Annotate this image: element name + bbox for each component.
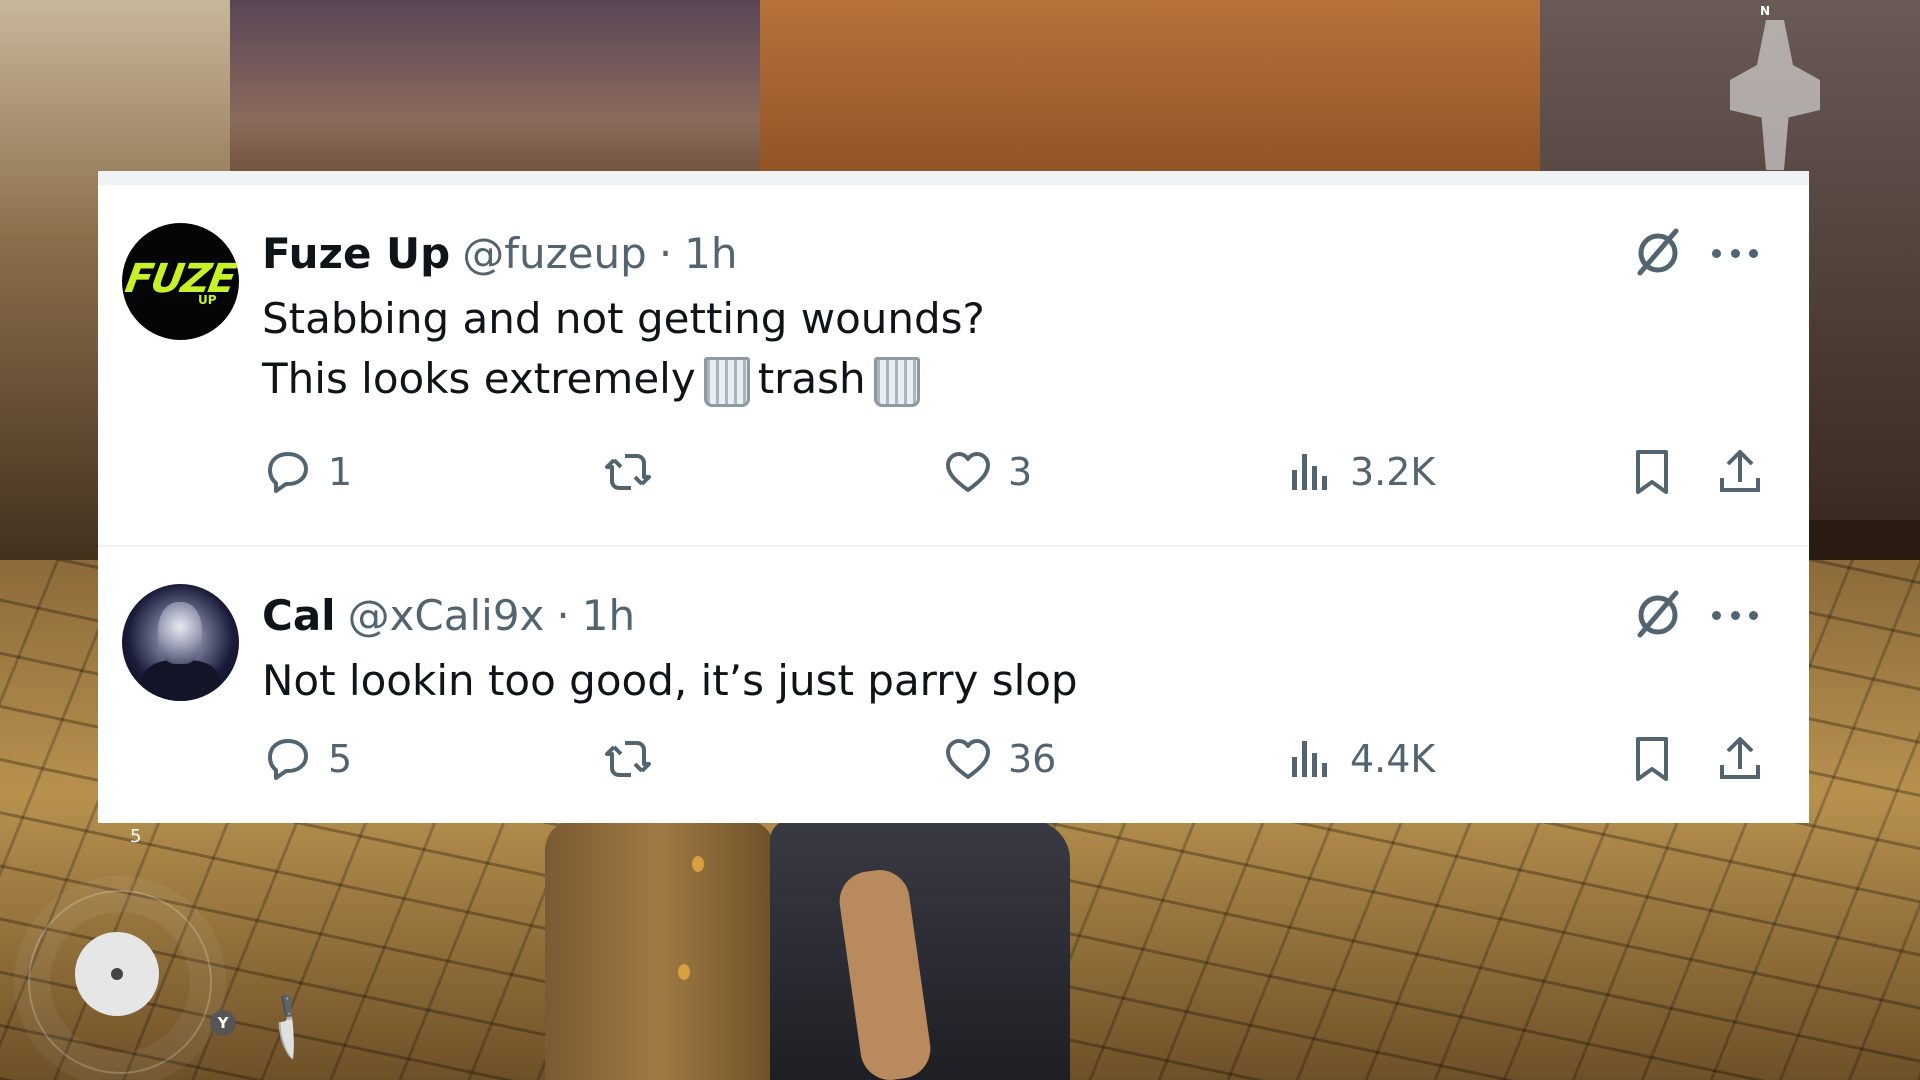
reply-count: 5 bbox=[328, 737, 353, 781]
bookmark-button[interactable] bbox=[1626, 442, 1678, 502]
share-button[interactable] bbox=[1714, 442, 1766, 502]
trash-emoji bbox=[873, 356, 920, 407]
tweet[interactable]: Cal @xCali9x · 1h Not lookin too good, i… bbox=[98, 547, 1809, 823]
more-icon[interactable] bbox=[1712, 243, 1758, 263]
grok-icon[interactable] bbox=[1630, 587, 1686, 643]
tweet-line: This looks extremely trash bbox=[262, 349, 985, 409]
views-button[interactable]: 3.2K bbox=[1284, 442, 1435, 502]
views-icon bbox=[1292, 741, 1327, 777]
retweet-icon bbox=[605, 741, 651, 777]
timestamp[interactable]: 1h bbox=[582, 591, 635, 640]
coat-button bbox=[678, 964, 690, 980]
character-coat bbox=[545, 820, 775, 1080]
views-icon bbox=[1292, 454, 1327, 490]
tweet[interactable]: FUZE UP Fuze Up @fuzeup · 1h Stabbing an… bbox=[98, 185, 1809, 547]
compass-north-label: N bbox=[1760, 4, 1771, 18]
reply-icon bbox=[268, 739, 308, 780]
tweet-header: Cal @xCali9x · 1h bbox=[262, 591, 635, 640]
share-icon bbox=[1720, 737, 1760, 779]
avatar-face bbox=[158, 602, 202, 664]
building-center bbox=[760, 0, 1540, 200]
more-icon[interactable] bbox=[1712, 605, 1758, 625]
bookmark-icon bbox=[1636, 450, 1668, 494]
like-button[interactable]: 3 bbox=[942, 442, 1032, 502]
bookmark-icon bbox=[1636, 737, 1668, 781]
hud-item-count: 5 bbox=[130, 826, 142, 847]
tweet-actions: 1 3 3.2K bbox=[262, 442, 1782, 502]
reply-count: 1 bbox=[328, 450, 353, 494]
tweet-text: Stabbing and not getting wounds? This lo… bbox=[262, 289, 985, 409]
avatar[interactable]: FUZE UP bbox=[122, 223, 239, 340]
like-icon bbox=[946, 452, 990, 492]
tweet-line: Not lookin too good, it’s just parry slo… bbox=[262, 656, 1078, 705]
like-button[interactable]: 36 bbox=[942, 729, 1056, 789]
tweet-text-part: This looks extremely bbox=[262, 354, 696, 403]
coat-button bbox=[692, 856, 704, 872]
retweet-button[interactable] bbox=[602, 442, 654, 502]
tweet-text: Not lookin too good, it’s just parry slo… bbox=[262, 651, 1078, 711]
author-handle[interactable]: @fuzeup bbox=[462, 229, 647, 278]
grok-icon[interactable] bbox=[1630, 225, 1686, 281]
like-count: 3 bbox=[1008, 450, 1033, 494]
reply-button[interactable]: 5 bbox=[262, 729, 352, 789]
tweet-actions: 5 36 4.4K bbox=[262, 729, 1782, 789]
trash-emoji bbox=[703, 356, 750, 407]
like-count: 36 bbox=[1008, 737, 1057, 781]
bookmark-button[interactable] bbox=[1626, 729, 1678, 789]
tweet-panel: FUZE UP Fuze Up @fuzeup · 1h Stabbing an… bbox=[98, 171, 1809, 823]
avatar[interactable] bbox=[122, 584, 239, 701]
view-count: 4.4K bbox=[1350, 737, 1436, 781]
retweet-icon bbox=[605, 454, 651, 490]
separator: · bbox=[556, 591, 570, 640]
tweet-line: Stabbing and not getting wounds? bbox=[262, 294, 985, 343]
hud-pip bbox=[111, 968, 123, 980]
separator: · bbox=[658, 229, 673, 278]
author-handle[interactable]: @xCali9x bbox=[348, 591, 545, 640]
y-button-prompt: Y bbox=[210, 1010, 236, 1036]
share-icon bbox=[1720, 450, 1760, 492]
author-name[interactable]: Cal bbox=[262, 591, 336, 640]
tweet-text-part: trash bbox=[757, 354, 866, 403]
retweet-button[interactable] bbox=[602, 729, 654, 789]
like-icon bbox=[946, 739, 990, 779]
tweet-header: Fuze Up @fuzeup · 1h bbox=[262, 229, 738, 278]
author-name[interactable]: Fuze Up bbox=[262, 229, 450, 278]
avatar-logo-sub: UP bbox=[198, 293, 217, 307]
share-button[interactable] bbox=[1714, 729, 1766, 789]
views-button[interactable]: 4.4K bbox=[1284, 729, 1435, 789]
view-count: 3.2K bbox=[1350, 450, 1436, 494]
reply-button[interactable]: 1 bbox=[262, 442, 352, 502]
hud-wheel-center[interactable] bbox=[75, 932, 159, 1016]
reply-icon bbox=[268, 452, 308, 493]
avatar-body bbox=[142, 660, 220, 701]
timestamp[interactable]: 1h bbox=[684, 229, 737, 278]
